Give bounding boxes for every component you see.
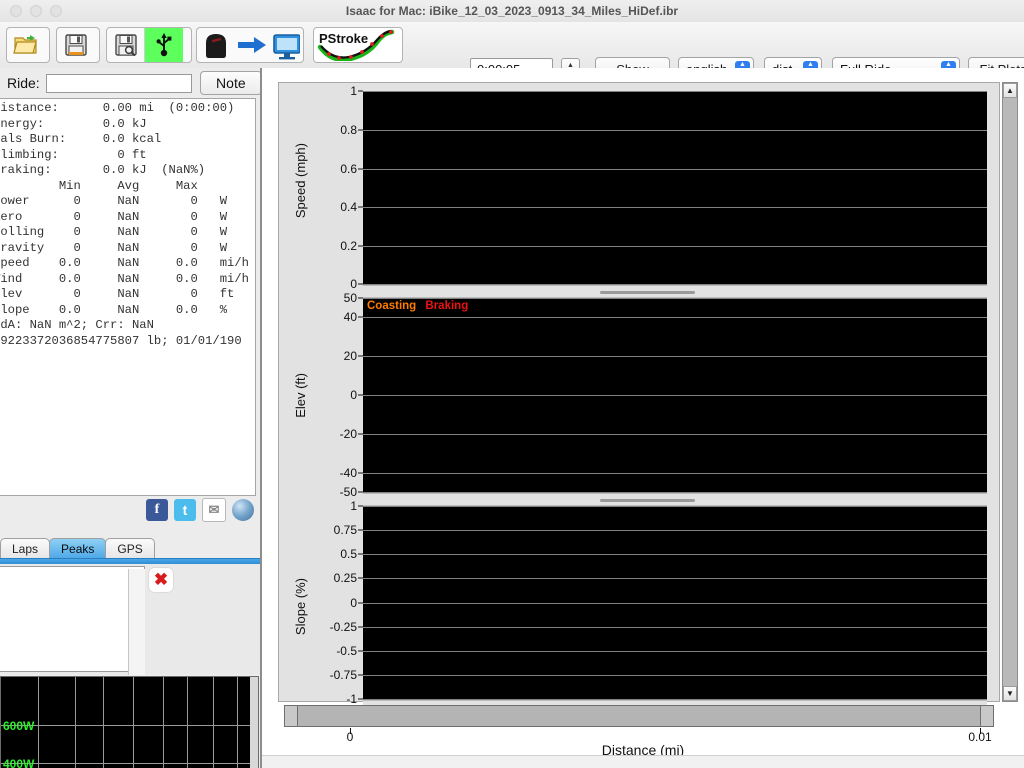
social-share-row: f t ✉: [146, 498, 254, 522]
legend-coasting: Coasting: [367, 300, 416, 312]
elev-axis-label: Elev (ft): [293, 373, 308, 418]
title-bar: Isaac for Mac: iBike_12_03_2023_0913_34_…: [0, 0, 1024, 23]
legend-braking: Braking: [425, 300, 468, 312]
toolbar: PStroke 0:00:05 ▲ ▼ Show english: [0, 22, 1024, 69]
open-file-icon: [13, 33, 39, 57]
slope-ytick-0: 0: [350, 596, 357, 610]
slope-axis-label: Slope (%): [293, 578, 308, 635]
peaks-chart-scrollbar[interactable]: [250, 677, 258, 768]
speed-ytick-04: 0.4: [340, 200, 357, 214]
scroll-down-arrow-icon[interactable]: ▼: [1003, 686, 1017, 701]
ride-stats-panel: Distance: 0.00 mi (0:00:00) Energy: 0.0 …: [0, 98, 256, 496]
elev-legend: Coasting Braking: [367, 300, 468, 312]
elev-plot[interactable]: Coasting Braking 50 40 20 0 -20 -40 -50: [363, 298, 987, 493]
elev-ytick-40: 40: [344, 310, 357, 324]
tab-gps[interactable]: GPS: [105, 538, 154, 558]
peaks-list-scrollbar[interactable]: [128, 569, 145, 675]
save-as-icon: [114, 33, 138, 57]
speed-plot[interactable]: 1 0.8 0.6 0.4 0.2 0: [363, 91, 987, 285]
x-range-left-handle[interactable]: [285, 706, 298, 726]
note-button[interactable]: Note: [200, 71, 262, 95]
left-sidebar: Ride: Note Distance: 0.00 mi (0:00:00) E…: [0, 68, 262, 768]
pstroke-group: PStroke: [313, 27, 403, 63]
delete-peak-button[interactable]: ✖: [149, 568, 173, 592]
app-window: Isaac for Mac: iBike_12_03_2023_0913_34_…: [0, 0, 1024, 768]
speed-axis-label: Speed (mph): [293, 143, 308, 218]
device-to-computer-button[interactable]: [197, 28, 303, 62]
slope-ytick-neg075: -0.75: [330, 668, 357, 682]
open-file-button[interactable]: [7, 28, 45, 62]
slope-ytick-075: 0.75: [334, 523, 357, 537]
ride-label: Ride:: [7, 75, 40, 91]
pstroke-icon: PStroke: [316, 29, 400, 61]
speed-ytick-06: 0.6: [340, 162, 357, 176]
tab-laps[interactable]: Laps: [0, 538, 50, 558]
x-range-slider[interactable]: [284, 705, 994, 727]
facebook-icon[interactable]: f: [146, 499, 168, 521]
ride-row: Ride: Note: [0, 70, 262, 96]
speed-plot-hscroll[interactable]: [363, 285, 987, 298]
email-icon[interactable]: ✉: [202, 498, 226, 522]
slope-ytick-neg05: -0.5: [336, 644, 357, 658]
peaks-power-chart[interactable]: 600W 400W 200W 0W 5s 10s 20s 1m 2m 5m 10…: [0, 676, 259, 768]
plot-area: 1 0.8 0.6 0.4 0.2 0 Speed (mph) Coasting…: [262, 68, 1024, 768]
speed-ytick-08: 0.8: [340, 123, 357, 137]
speed-ytick-0: 0: [350, 277, 357, 291]
slope-ytick-neg025: -0.25: [330, 620, 357, 634]
ride-input[interactable]: [46, 74, 192, 93]
elev-ytick-neg50: -50: [340, 485, 357, 499]
slope-ytick-05: 0.5: [340, 547, 357, 561]
plot-vertical-scrollbar[interactable]: ▲ ▼: [1002, 82, 1018, 702]
save-icon: [64, 33, 88, 57]
elev-ytick-neg20: -20: [340, 427, 357, 441]
peaks-panel: ✖: [0, 564, 262, 674]
speed-ytick-02: 0.2: [340, 239, 357, 253]
slope-ytick-025: 0.25: [334, 571, 357, 585]
open-file-group: [6, 27, 50, 63]
sidebar-tabs: Laps Peaks GPS: [0, 536, 262, 558]
save-button[interactable]: [57, 28, 95, 62]
elev-ytick-50: 50: [344, 291, 357, 305]
save-group: [56, 27, 100, 63]
save-as-usb-group: [106, 27, 192, 63]
elev-plot-hscroll[interactable]: [363, 493, 987, 506]
peaks-ytick-600: 600W: [3, 719, 34, 733]
ride-stats-text: Distance: 0.00 mi (0:00:00) Energy: 0.0 …: [0, 99, 255, 349]
elev-ytick-20: 20: [344, 349, 357, 363]
slope-ytick-1: 1: [350, 499, 357, 513]
transfer-group: [196, 27, 304, 63]
tab-peaks[interactable]: Peaks: [49, 538, 106, 558]
x-range-right-handle[interactable]: [980, 706, 993, 726]
plot-container: 1 0.8 0.6 0.4 0.2 0 Speed (mph) Coasting…: [278, 82, 1000, 702]
elev-ytick-neg40: -40: [340, 466, 357, 480]
save-as-button[interactable]: [107, 28, 145, 62]
window-title: Isaac for Mac: iBike_12_03_2023_0913_34_…: [0, 0, 1024, 22]
twitter-icon[interactable]: t: [174, 499, 196, 521]
peaks-ytick-400: 400W: [3, 757, 34, 768]
pstroke-button[interactable]: PStroke: [314, 28, 402, 62]
usb-download-button[interactable]: [145, 28, 183, 62]
svg-text:PStroke: PStroke: [319, 31, 368, 46]
slope-ytick-neg1: -1: [346, 692, 357, 706]
peaks-list[interactable]: [0, 566, 145, 672]
google-earth-icon[interactable]: [232, 499, 254, 521]
speed-ytick-1: 1: [350, 84, 357, 98]
status-bar: [262, 755, 1024, 768]
usb-icon: [155, 32, 173, 58]
device-arrow-monitor-icon: [200, 30, 300, 60]
elev-ytick-0: 0: [350, 388, 357, 402]
scroll-up-arrow-icon[interactable]: ▲: [1003, 83, 1017, 98]
slope-plot[interactable]: 1 0.75 0.5 0.25 0 -0.25 -0.5 -0.75 -1: [363, 506, 987, 700]
